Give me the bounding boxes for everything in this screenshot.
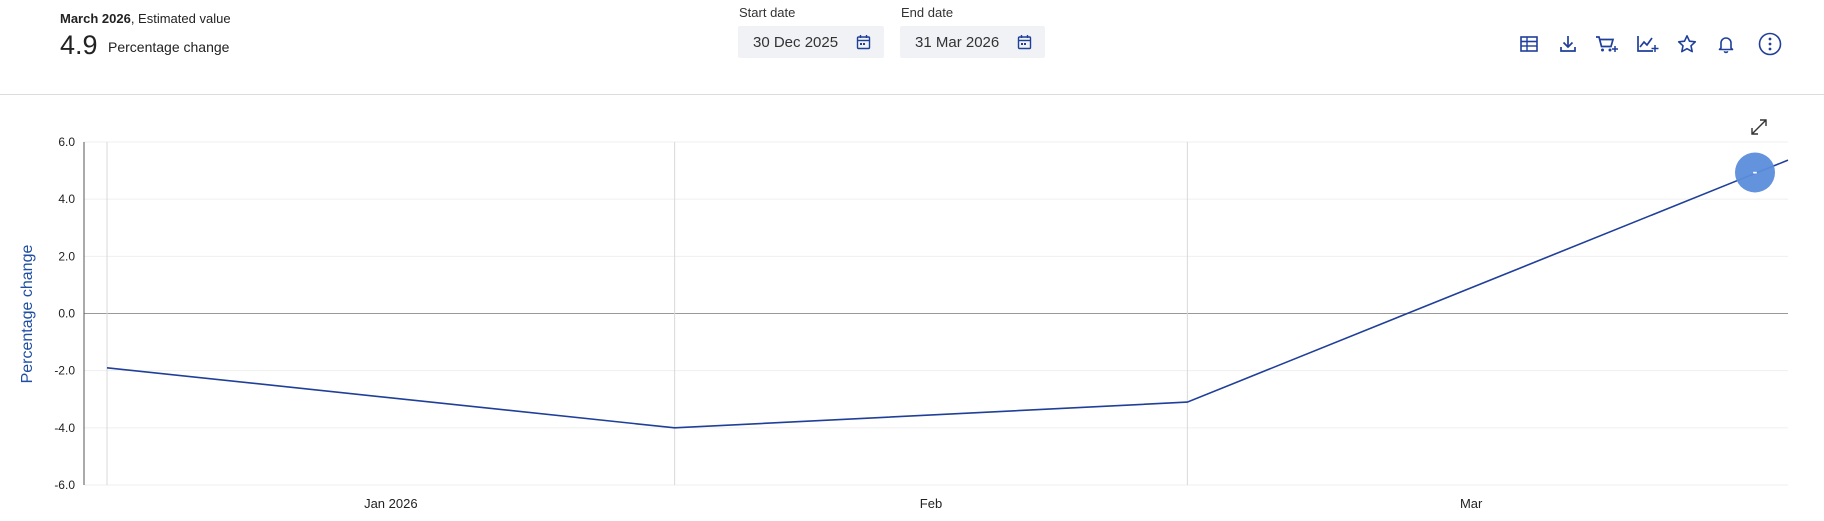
y-tick-label: -2.0 [54, 364, 75, 378]
y-tick-label: 2.0 [58, 249, 75, 263]
expand-icon[interactable] [1748, 116, 1770, 138]
add-to-cart-icon[interactable] [1594, 31, 1620, 57]
y-tick-label: 6.0 [58, 135, 75, 149]
end-date-label: End date [901, 5, 954, 20]
y-tick-label: 4.0 [58, 192, 75, 206]
header-bar: March 2026, Estimated value 4.9 Percenta… [0, 0, 1824, 95]
table-icon[interactable] [1516, 31, 1542, 57]
highlight-marker-label: - [1753, 163, 1758, 179]
more-vertical-icon[interactable] [1757, 31, 1783, 57]
start-date-label: Start date [739, 5, 796, 20]
x-tick-label: Feb [920, 496, 942, 511]
summary-period: March 2026, Estimated value [60, 11, 231, 26]
x-tick-label: Jan 2026 [364, 496, 418, 511]
star-icon[interactable] [1674, 31, 1700, 57]
highlight-marker [1735, 152, 1775, 193]
y-tick-label: -4.0 [54, 421, 75, 435]
y-tick-label: -6.0 [54, 478, 75, 492]
series-line [106, 159, 1789, 429]
download-icon[interactable] [1555, 31, 1581, 57]
toolbar [0, 31, 1824, 57]
bell-icon[interactable] [1713, 31, 1739, 57]
x-tick-label: Mar [1460, 496, 1483, 511]
chart-add-icon[interactable] [1635, 31, 1661, 57]
y-tick-label: 0.0 [58, 307, 75, 321]
y-axis-label: Percentage change [19, 244, 36, 384]
